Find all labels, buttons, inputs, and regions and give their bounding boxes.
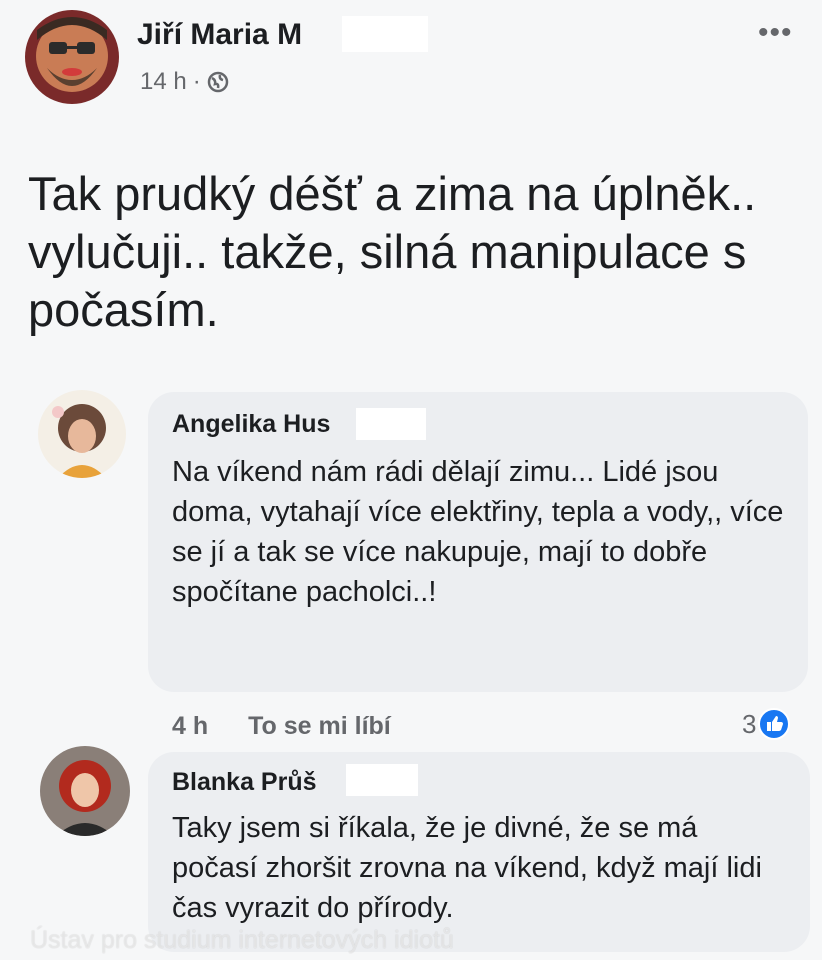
commenter-avatar[interactable] (38, 390, 126, 478)
author-avatar[interactable] (25, 10, 119, 104)
author-name[interactable]: Jiří Maria M (137, 18, 302, 52)
post-text: Tak prudký déšť a zima na úplněk.. vyluč… (28, 167, 757, 336)
commenter-name[interactable]: Angelika Hus (172, 410, 330, 439)
facebook-post: Jiří Maria M 14 h · ••• Tak prudký déšť … (0, 0, 822, 960)
name-redaction (346, 764, 418, 796)
comment-time[interactable]: 4 h (172, 712, 208, 741)
post-time[interactable]: 14 h (140, 68, 187, 96)
name-redaction (342, 16, 428, 52)
more-options-icon[interactable]: ••• (758, 16, 793, 50)
comment-text: Na víkend nám rádi dělají zimu... Lidé j… (172, 456, 784, 608)
name-redaction (356, 408, 426, 440)
like-action-button[interactable]: To se mi líbí (248, 712, 391, 741)
reaction-count[interactable]: 3 (742, 708, 791, 740)
commenter-avatar[interactable] (40, 746, 130, 836)
meta-separator: · (192, 68, 201, 95)
comment-actions: 4 h To se mi líbí (172, 712, 391, 741)
post-meta: 14 h · (140, 68, 229, 96)
like-icon (758, 708, 791, 740)
commenter-name[interactable]: Blanka Průš (172, 768, 317, 797)
globe-icon (207, 71, 229, 93)
reaction-count-number: 3 (742, 708, 757, 739)
post-header: Jiří Maria M 14 h · ••• (0, 0, 822, 110)
watermark: Ústav pro studium internetových idiotů (30, 926, 454, 954)
comment-text: Taky jsem si říkala, že je divné, že se … (172, 812, 762, 924)
